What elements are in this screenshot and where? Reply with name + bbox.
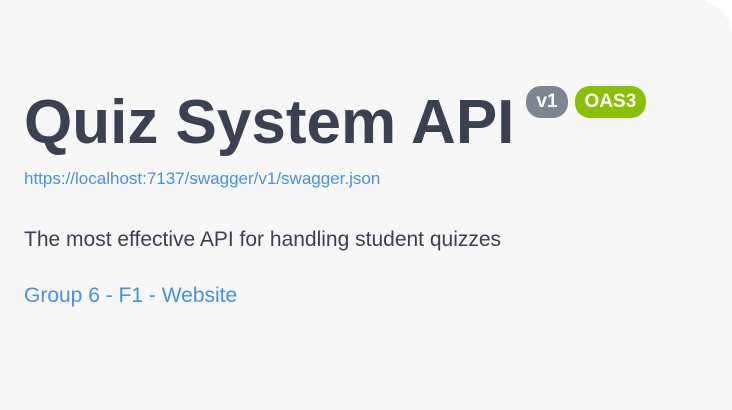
title-row: Quiz System API v1 OAS3: [24, 78, 708, 168]
api-title: Quiz System API: [24, 88, 515, 157]
badge-group: v1 OAS3: [526, 86, 647, 118]
version-badge: v1: [526, 86, 568, 118]
oas-badge: OAS3: [574, 86, 647, 118]
swagger-json-link[interactable]: https://localhost:7137/swagger/v1/swagge…: [24, 169, 708, 189]
api-info-panel: Quiz System API v1 OAS3 https://localhos…: [0, 0, 732, 410]
contact-website-link[interactable]: Group 6 - F1 - Website: [24, 283, 708, 309]
info-section: Quiz System API v1 OAS3 https://localhos…: [24, 78, 708, 309]
api-description: The most effective API for handling stud…: [24, 228, 502, 251]
